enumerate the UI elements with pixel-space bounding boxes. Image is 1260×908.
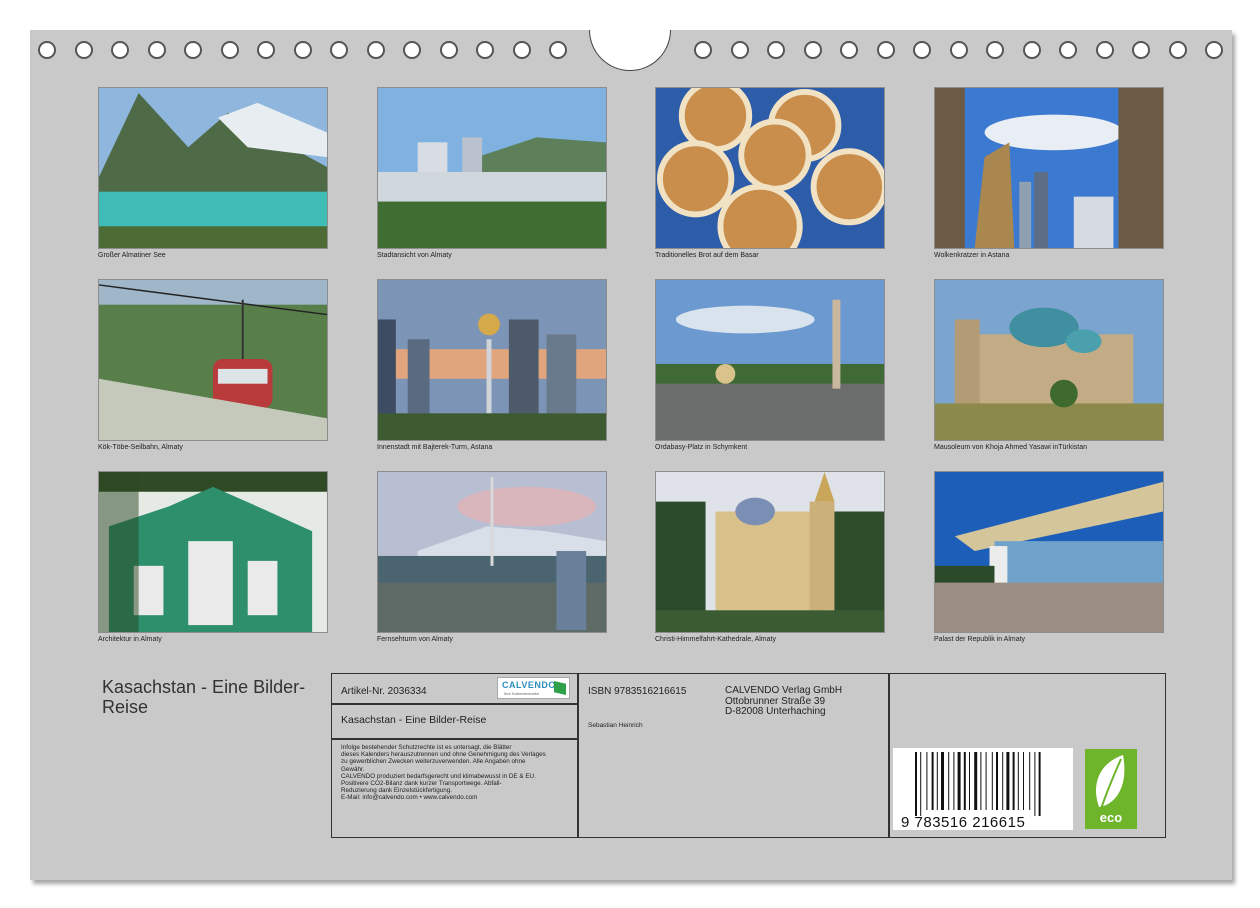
- ring-hole: [876, 41, 895, 59]
- photo-cell: Innenstadt mit Bajterek-Turm, Astana: [377, 279, 607, 451]
- legal-text-line: E-Mail: info@calvendo.com • www.calvendo…: [341, 794, 478, 802]
- ring-hole: [293, 41, 312, 59]
- publisher-line: D-82008 Unterhaching: [725, 706, 826, 717]
- photo-cell: Traditionelles Brot auf dem Basar: [655, 87, 885, 259]
- photo-cell: Kök-Töbe-Seilbahn, Almaty: [98, 279, 328, 451]
- photo-cell: Christi-Himmelfahrt-Kathedrale, Almaty: [655, 471, 885, 643]
- ring-hole: [512, 41, 531, 59]
- isbn-barcode: 9 783516 216615: [893, 748, 1073, 831]
- photo-thumbnail: [377, 87, 607, 249]
- eco-badge: eco: [1085, 749, 1137, 829]
- photo-cell: Großer Almatiner See: [98, 87, 328, 259]
- ring-hole: [1095, 41, 1114, 59]
- ring-hole: [1168, 41, 1187, 59]
- photo-thumbnail: [98, 471, 328, 633]
- article-number: Artikel-Nr. 2036334: [341, 686, 427, 697]
- photo-thumbnail: [377, 471, 607, 633]
- ring-hole: [366, 41, 385, 59]
- ring-hole: [184, 41, 202, 59]
- ring-hole: [74, 41, 93, 59]
- photo-cell: Mausoleum von Khoja Ahmed Yasawi inTürki…: [934, 279, 1164, 451]
- calvendo-logo: CALVENDO Ihre Kalendermarke: [497, 677, 570, 699]
- legal-text-line: CALVENDO produziert bedarfsgerecht und k…: [341, 772, 536, 780]
- photo-caption: Stadtansicht von Almaty: [377, 252, 452, 259]
- legal-text: Infolge bestehender Schutzrechte ist es …: [341, 744, 581, 802]
- photo-thumbnail: [934, 471, 1164, 633]
- photo-thumbnail: [934, 87, 1164, 249]
- ring-hole: [1205, 41, 1223, 59]
- photo-thumbnail: [655, 279, 885, 441]
- isbn: ISBN 9783516216615: [588, 686, 687, 697]
- product-title: Kasachstan - Eine Bilder-Reise: [341, 714, 487, 726]
- legal-text-line: dieses Kalenders herauszutrennen und ohn…: [341, 751, 546, 759]
- ring-hole: [549, 41, 567, 59]
- photo-caption: Fernsehturm von Almaty: [377, 636, 453, 643]
- photo-caption: Wolkenkratzer in Astana: [934, 252, 1010, 259]
- calvendo-tagline: Ihre Kalendermarke: [504, 691, 540, 696]
- photo-caption: Innenstadt mit Bajterek-Turm, Astana: [377, 444, 493, 451]
- photo-caption: Mausoleum von Khoja Ahmed Yasawi inTürki…: [934, 444, 1088, 451]
- photo-cell: Ordabasy-Platz in Schymkent: [655, 279, 885, 451]
- ring-hole: [330, 41, 348, 59]
- photo-caption: Christi-Himmelfahrt-Kathedrale, Almaty: [655, 636, 776, 643]
- ring-hole: [111, 41, 129, 59]
- ring-hole: [439, 41, 458, 59]
- photo-cell: Palast der Republik in Almaty: [934, 471, 1164, 643]
- ring-hole: [1059, 41, 1077, 59]
- photo-thumbnail: [98, 87, 328, 249]
- photo-cell: Wolkenkratzer in Astana: [934, 87, 1164, 259]
- legal-text-line: Positivere CO2-Bilanz dank kurzer Transp…: [341, 780, 502, 788]
- ring-hole: [403, 41, 421, 59]
- ring-hole: [913, 41, 931, 59]
- ring-hole: [949, 41, 968, 59]
- ring-hole: [840, 41, 858, 59]
- ring-hole: [694, 41, 712, 59]
- barcode-digits: 9 783516 216615: [901, 814, 1026, 831]
- ring-hole: [257, 41, 275, 59]
- photo-cell: Stadtansicht von Almaty: [377, 87, 607, 259]
- ring-hole: [803, 41, 822, 59]
- ring-hole: [986, 41, 1004, 59]
- ring-hole: [767, 41, 785, 59]
- publisher-address: CALVENDO Verlag GmbH Ottobrunner Straße 3…: [725, 685, 843, 718]
- photo-cell: Fernsehturm von Almaty: [377, 471, 607, 643]
- ring-hole: [730, 41, 749, 59]
- photo-thumbnail: [98, 279, 328, 441]
- ring-hole: [476, 41, 494, 59]
- legal-text-line: Gewähr.: [341, 765, 365, 773]
- ring-hole: [38, 41, 56, 59]
- photo-caption: Traditionelles Brot auf dem Basar: [655, 252, 759, 259]
- publisher-line: CALVENDO Verlag GmbH: [725, 685, 843, 696]
- photo-thumbnail: [377, 279, 607, 441]
- ring-hole: [1022, 41, 1041, 59]
- photo-thumbnail: [655, 471, 885, 633]
- photo-caption: Ordabasy-Platz in Schymkent: [655, 444, 748, 451]
- calvendo-mark-icon: [554, 681, 566, 695]
- ring-hole: [1132, 41, 1150, 59]
- photo-thumbnail: [934, 279, 1164, 441]
- author: Sebastian Heinrich: [588, 722, 643, 729]
- ring-hole: [220, 41, 239, 59]
- calendar-title: Kasachstan - Eine Bilder-Reise: [102, 677, 306, 717]
- calvendo-logo-text: CALVENDO: [502, 680, 556, 690]
- photo-cell: Architektur in Almaty: [98, 471, 328, 643]
- legal-text-line: Reduzierung dank Einzelstückfertigung.: [341, 787, 452, 795]
- photo-caption: Großer Almatiner See: [98, 252, 166, 259]
- ring-hole: [147, 41, 166, 59]
- eco-label: eco: [1099, 810, 1123, 825]
- photo-caption: Palast der Republik in Almaty: [934, 636, 1026, 643]
- legal-text-line: Infolge bestehender Schutzrechte ist es …: [341, 744, 512, 751]
- photo-caption: Kök-Töbe-Seilbahn, Almaty: [98, 444, 183, 451]
- legal-text-line: zu gewerblichen Zwecken weiterzuverwende…: [341, 758, 526, 766]
- photo-thumbnail: [655, 87, 885, 249]
- photo-caption: Architektur in Almaty: [98, 636, 162, 643]
